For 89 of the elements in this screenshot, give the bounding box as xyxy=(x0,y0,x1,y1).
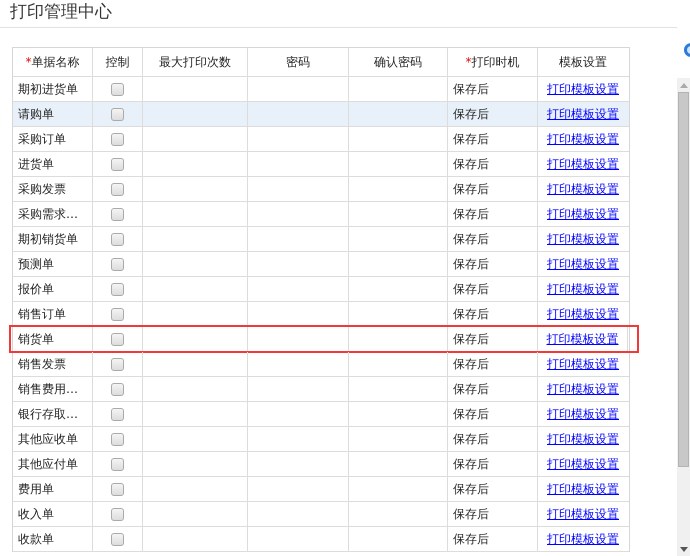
column-header: 模板设置 xyxy=(558,54,608,70)
table-cell: 保存后 xyxy=(448,152,538,176)
template-link[interactable]: 打印模板设置 xyxy=(547,406,619,422)
checkbox[interactable] xyxy=(111,458,124,470)
template-link[interactable]: 打印模板设置 xyxy=(547,380,619,398)
table-cell: 银行存取… xyxy=(13,402,93,426)
table-cell: 保存后 xyxy=(448,227,538,251)
table-cell: 保存后 xyxy=(448,102,538,126)
scroll-thumb[interactable] xyxy=(678,92,689,467)
table-cell: 销售费用… xyxy=(13,377,93,401)
template-link[interactable]: 打印模板设置 xyxy=(547,106,619,122)
template-link[interactable]: 打印模板设置 xyxy=(547,530,619,548)
template-link[interactable]: 打印模板设置 xyxy=(547,506,619,522)
checkbox[interactable] xyxy=(111,258,124,270)
table-cell: 保存后 xyxy=(448,527,538,551)
table-cell: 费用单 xyxy=(13,477,93,501)
table-cell: 保存后 xyxy=(448,202,538,226)
column-header: 确认密码 xyxy=(349,48,448,76)
selected-row[interactable]: 请购单 保存后 打印模板设置 xyxy=(13,102,629,127)
template-link[interactable]: 打印模板设置 xyxy=(547,280,619,298)
table-cell: 收入单 xyxy=(13,502,93,526)
table-cell: 期初进货单 xyxy=(13,77,93,101)
table-cell: 进货单 xyxy=(13,152,93,176)
checkbox[interactable] xyxy=(111,108,124,120)
table-cell: 收款单 xyxy=(13,527,93,551)
column-header: *打印时机 xyxy=(448,48,538,76)
scroll-down-icon[interactable] xyxy=(680,547,688,552)
table-cell: 保存后 xyxy=(448,427,538,451)
checkbox[interactable] xyxy=(111,308,124,320)
column-header: 密码 xyxy=(248,48,349,76)
table-cell: 保存后 xyxy=(448,452,538,476)
checkbox[interactable] xyxy=(111,208,124,220)
table-cell: 保存后 xyxy=(448,352,538,376)
checkbox[interactable] xyxy=(111,408,124,420)
table-cell: 保存后 xyxy=(448,377,538,401)
template-link[interactable]: 打印模板设置 xyxy=(547,156,619,172)
table-cell: 保存后 xyxy=(448,252,538,276)
checkbox[interactable] xyxy=(111,132,124,146)
template-link[interactable]: 打印模板设置 xyxy=(547,80,619,98)
template-link[interactable]: 打印模板设置 xyxy=(547,430,619,448)
table-cell: 报价单 xyxy=(13,277,93,301)
template-link[interactable]: 打印模板设置 xyxy=(547,180,619,198)
table-cell: 预测单 xyxy=(13,252,93,276)
table-cell: 保存后 xyxy=(448,302,538,326)
table-cell: 采购需求… xyxy=(13,202,93,226)
checkbox[interactable] xyxy=(111,158,124,170)
template-link[interactable]: 打印模板设置 xyxy=(547,480,619,498)
table-cell: 请购单 xyxy=(13,102,93,126)
page-title: 打印管理中心 xyxy=(10,2,112,22)
scrollbar[interactable] xyxy=(677,78,690,556)
table-cell: 期初销货单 xyxy=(13,227,93,251)
checkbox[interactable] xyxy=(111,332,124,346)
checkbox[interactable] xyxy=(111,482,124,496)
table-cell: 采购订单 xyxy=(13,127,93,151)
checkbox[interactable] xyxy=(111,232,124,246)
template-link[interactable]: 打印模板设置 xyxy=(547,456,619,472)
table-cell: 保存后 xyxy=(448,77,538,101)
template-link[interactable]: 打印模板设置 xyxy=(547,130,619,148)
column-header: 最大打印次数 xyxy=(143,48,248,76)
table-cell: 采购发票 xyxy=(13,177,93,201)
table-cell: 保存后 xyxy=(448,327,538,351)
checkbox[interactable] xyxy=(111,182,124,196)
checkbox[interactable] xyxy=(111,382,124,396)
checkbox[interactable] xyxy=(111,282,124,296)
checkbox[interactable] xyxy=(111,432,124,446)
table-cell: 保存后 xyxy=(448,127,538,151)
template-link[interactable]: 打印模板设置 xyxy=(547,230,619,248)
table-cell: 销售发票 xyxy=(13,352,93,376)
table-cell: 其他应收单 xyxy=(13,427,93,451)
checkbox[interactable] xyxy=(111,358,124,370)
template-link[interactable]: 打印模板设置 xyxy=(547,306,619,322)
scroll-up-icon[interactable] xyxy=(680,83,688,88)
template-link[interactable]: 打印模板设置 xyxy=(547,256,619,272)
table-cell: 销售订单 xyxy=(13,302,93,326)
column-header: 控制 xyxy=(93,48,143,76)
table-cell: 保存后 xyxy=(448,502,538,526)
table-cell: 其他应付单 xyxy=(13,452,93,476)
template-link[interactable]: 打印模板设置 xyxy=(547,206,619,222)
template-link[interactable]: 打印模板设置 xyxy=(547,356,619,372)
checkbox[interactable] xyxy=(111,82,124,96)
table-cell: 保存后 xyxy=(448,402,538,426)
column-header: *单据名称 xyxy=(13,48,93,76)
table-cell: 保存后 xyxy=(448,177,538,201)
template-link[interactable]: 打印模板设置 xyxy=(546,330,618,348)
table-cell: 销货单 xyxy=(13,327,93,351)
table-cell: 保存后 xyxy=(448,277,538,301)
table-cell: 保存后 xyxy=(448,477,538,501)
checkbox[interactable] xyxy=(111,532,124,546)
checkbox[interactable] xyxy=(111,508,124,520)
